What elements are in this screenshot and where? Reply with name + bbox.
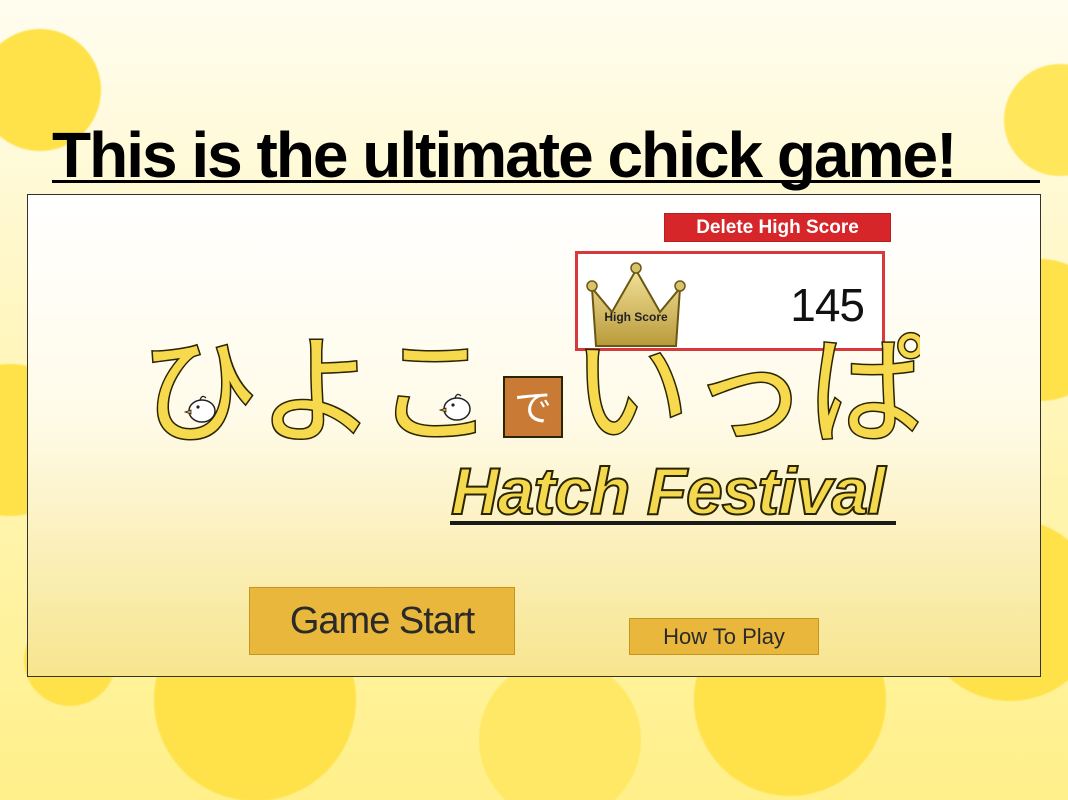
- headline-underline: [52, 180, 1040, 183]
- game-logo: ひよこ いっぱい で: [140, 322, 920, 456]
- delete-high-score-button[interactable]: Delete High Score: [664, 213, 891, 242]
- title-panel: Delete High Score High Score 145 ひよこ いっぱ…: [27, 194, 1041, 677]
- logo-subtitle-underline: [450, 521, 896, 525]
- logo-part2: いっぱい: [572, 323, 920, 455]
- logo-particle: で: [514, 386, 552, 430]
- logo-part1: ひよこ: [140, 323, 494, 455]
- game-start-button[interactable]: Game Start: [249, 587, 515, 655]
- logo-subtitle: Hatch Festival: [450, 453, 886, 529]
- how-to-play-button[interactable]: How To Play: [629, 618, 819, 655]
